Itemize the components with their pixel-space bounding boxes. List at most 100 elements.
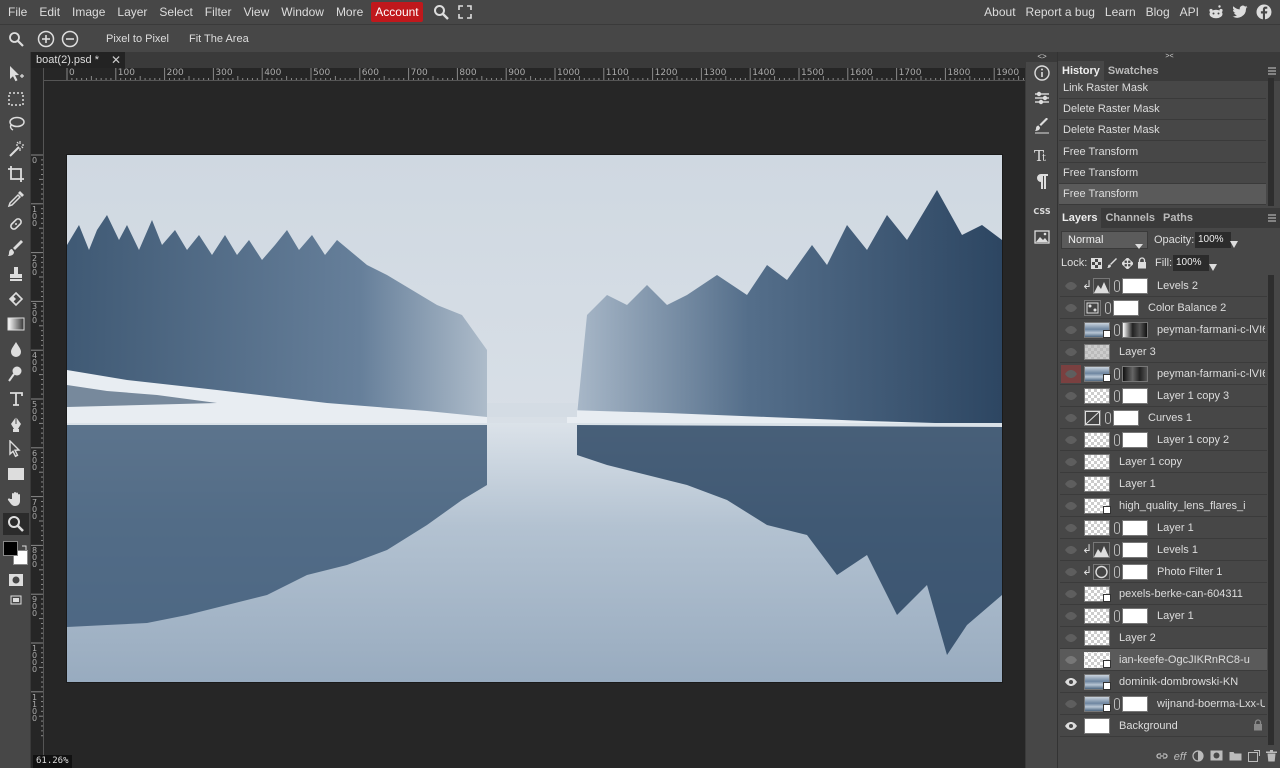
history-item[interactable]: Free Transform — [1059, 163, 1266, 184]
document-canvas[interactable] — [67, 155, 1002, 682]
brush-tool-icon[interactable] — [3, 238, 29, 260]
opacity-input[interactable]: 100% — [1195, 232, 1231, 248]
history-item-current[interactable]: Free Transform — [1059, 184, 1266, 205]
blur-tool-icon[interactable] — [3, 338, 29, 360]
menu-edit[interactable]: Edit — [33, 0, 66, 24]
tab-channels[interactable]: Channels — [1101, 208, 1159, 228]
adjustments-icon[interactable] — [1030, 87, 1054, 109]
new-layer-icon[interactable] — [1248, 749, 1260, 765]
layer-row[interactable]: Layer 1 — [1060, 517, 1267, 539]
layer-row[interactable]: Background — [1060, 715, 1267, 737]
layer-row[interactable]: Layer 1 — [1060, 605, 1267, 627]
fill-dropdown-icon[interactable] — [1209, 260, 1217, 274]
eyedropper-tool-icon[interactable] — [3, 188, 29, 210]
magic-wand-tool-icon[interactable] — [3, 138, 29, 160]
lock-position-icon[interactable] — [1121, 257, 1134, 272]
visibility-icon[interactable] — [1065, 632, 1077, 644]
visibility-icon[interactable] — [1065, 566, 1077, 578]
layer-row[interactable]: Layer 2 — [1060, 627, 1267, 649]
layer-row[interactable]: peyman-farmani-c-lVI6 — [1060, 363, 1267, 385]
rectangle-tool-icon[interactable] — [3, 463, 29, 485]
facebook-icon[interactable] — [1252, 0, 1276, 24]
layer-row[interactable]: ↲ Photo Filter 1 — [1060, 561, 1267, 583]
screen-mode-icon[interactable] — [3, 589, 29, 611]
menu-more[interactable]: More — [330, 0, 369, 24]
history-item[interactable]: Delete Raster Mask — [1059, 120, 1266, 141]
layer-row[interactable]: Layer 3 — [1060, 341, 1267, 363]
history-menu-icon[interactable] — [1268, 64, 1276, 78]
visibility-icon[interactable] — [1065, 522, 1077, 534]
link-about[interactable]: About — [979, 5, 1020, 19]
visibility-icon[interactable] — [1065, 588, 1077, 600]
color-swatches[interactable] — [2, 539, 30, 569]
visibility-icon[interactable] — [1065, 280, 1077, 292]
menu-filter[interactable]: Filter — [199, 0, 238, 24]
info-icon[interactable] — [1030, 62, 1054, 84]
delete-layer-icon[interactable] — [1266, 749, 1277, 765]
link-report-bug[interactable]: Report a bug — [1021, 5, 1100, 19]
history-item[interactable]: Delete Raster Mask — [1059, 99, 1266, 120]
history-item[interactable]: Free Transform — [1059, 142, 1266, 163]
css-icon[interactable]: CSS — [1030, 200, 1054, 222]
swap-colors-icon[interactable] — [21, 541, 28, 550]
layer-row[interactable]: dominik-dombrowski-KN — [1060, 671, 1267, 693]
layer-row[interactable]: Layer 1 copy 3 — [1060, 385, 1267, 407]
pen-tool-icon[interactable] — [3, 413, 29, 435]
zoom-in-icon[interactable] — [34, 27, 58, 51]
adjustment-layer-icon[interactable] — [1192, 749, 1204, 765]
collapse-panels-icon[interactable]: >< — [1058, 52, 1280, 61]
visibility-icon[interactable] — [1065, 720, 1077, 732]
layer-row[interactable]: Layer 1 — [1060, 473, 1267, 495]
link-api[interactable]: API — [1175, 5, 1204, 19]
paragraph-icon[interactable] — [1030, 170, 1054, 192]
menu-file[interactable]: File — [0, 0, 33, 24]
layer-row[interactable]: Color Balance 2 — [1060, 297, 1267, 319]
marquee-tool-icon[interactable] — [3, 88, 29, 110]
layers-menu-icon[interactable] — [1268, 211, 1276, 225]
stamp-tool-icon[interactable] — [3, 263, 29, 285]
document-tab[interactable]: boat(2).psd * ✕ — [31, 52, 125, 68]
lasso-tool-icon[interactable] — [3, 113, 29, 135]
layers-scrollbar[interactable] — [1268, 275, 1274, 745]
visibility-icon[interactable] — [1061, 365, 1081, 383]
visibility-icon[interactable] — [1065, 500, 1077, 512]
menu-window[interactable]: Window — [275, 0, 330, 24]
layer-row[interactable]: high_quality_lens_flares_i — [1060, 495, 1267, 517]
history-item[interactable]: Link Raster Mask — [1059, 78, 1266, 99]
blend-mode-select[interactable]: Normal — [1061, 231, 1148, 249]
visibility-icon[interactable] — [1065, 676, 1077, 688]
visibility-icon[interactable] — [1065, 390, 1077, 402]
image-icon[interactable] — [1030, 226, 1054, 248]
gradient-tool-icon[interactable] — [3, 313, 29, 335]
layer-row[interactable]: ↲ Levels 2 — [1060, 275, 1267, 297]
fill-input[interactable]: 100% — [1173, 255, 1209, 271]
visibility-icon[interactable] — [1065, 610, 1077, 622]
new-group-icon[interactable] — [1229, 750, 1242, 764]
link-blog[interactable]: Blog — [1141, 5, 1175, 19]
link-layers-icon[interactable] — [1156, 750, 1168, 764]
type-tool-icon[interactable] — [3, 388, 29, 410]
opacity-dropdown-icon[interactable] — [1230, 237, 1238, 251]
tab-layers[interactable]: Layers — [1058, 208, 1102, 228]
layer-row[interactable]: Curves 1 — [1060, 407, 1267, 429]
visibility-icon[interactable] — [1065, 698, 1077, 710]
link-learn[interactable]: Learn — [1100, 5, 1141, 19]
twitter-icon[interactable] — [1228, 0, 1252, 24]
tab-paths[interactable]: Paths — [1159, 208, 1197, 228]
menu-select[interactable]: Select — [153, 0, 198, 24]
fit-area-button[interactable]: Fit The Area — [179, 33, 259, 45]
canvas-workspace[interactable] — [44, 81, 1025, 768]
zoom-tool-button-icon[interactable] — [3, 513, 29, 535]
visibility-icon[interactable] — [1065, 412, 1077, 424]
visibility-icon[interactable] — [1065, 434, 1077, 446]
visibility-icon[interactable] — [1065, 654, 1077, 666]
layer-row[interactable]: Layer 1 copy — [1060, 451, 1267, 473]
layer-row[interactable]: pexels-berke-can-604311 — [1060, 583, 1267, 605]
layer-row[interactable]: wijnand-boerma-Lxx-U — [1060, 693, 1267, 715]
quick-mask-icon[interactable] — [3, 569, 29, 591]
add-mask-icon[interactable] — [1210, 750, 1223, 764]
search-icon[interactable] — [429, 0, 453, 24]
account-button[interactable]: Account — [371, 2, 423, 22]
character-icon[interactable]: Tt — [1030, 144, 1054, 166]
foreground-color-swatch[interactable] — [3, 541, 18, 556]
